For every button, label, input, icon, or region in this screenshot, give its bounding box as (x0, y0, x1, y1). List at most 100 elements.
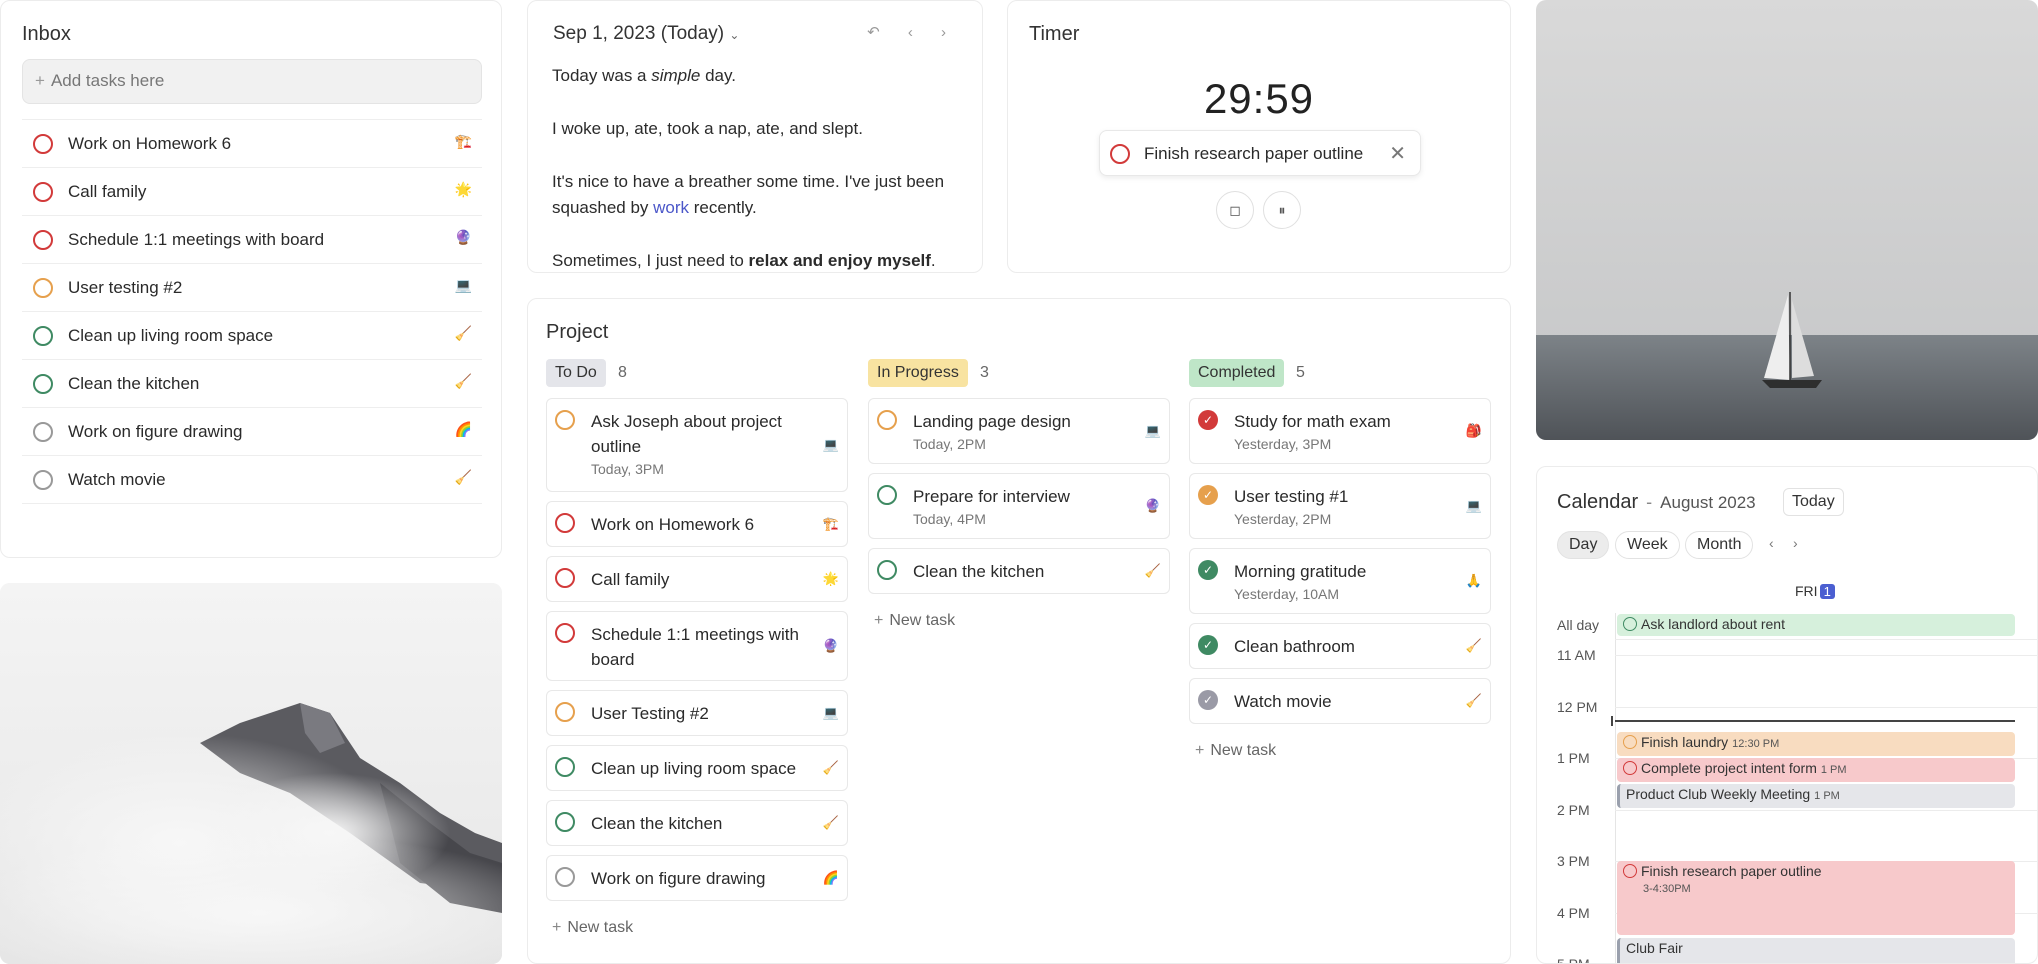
task-circle-icon[interactable] (877, 410, 897, 430)
task-circle-icon[interactable] (33, 470, 53, 490)
event-title: Club Fair (1626, 940, 1683, 956)
inbox-task-row[interactable]: Clean the kitchen 🧹 (22, 360, 482, 408)
task-card[interactable]: ✓ Watch movie 🧹 (1189, 678, 1491, 724)
task-emoji-icon: 🧹 (454, 325, 472, 341)
task-card[interactable]: Landing page design Today, 2PM 💻 (868, 398, 1170, 464)
task-card[interactable]: Clean the kitchen 🧹 (546, 800, 848, 846)
task-circle-icon[interactable] (33, 326, 53, 346)
task-card[interactable]: Work on figure drawing 🌈 (546, 855, 848, 901)
task-circle-icon[interactable] (1110, 144, 1130, 164)
sailboat-photo (1536, 0, 2038, 440)
task-emoji-icon: 🏗️ (454, 133, 472, 149)
task-circle-icon[interactable] (555, 867, 575, 887)
task-circle-icon[interactable] (33, 134, 53, 154)
timer-panel: Timer 29:59 Finish research paper outlin… (1007, 0, 1511, 273)
journal-nav[interactable]: ↶ ‹ › (867, 23, 958, 41)
task-card[interactable]: ✓ User testing #1 Yesterday, 2PM 💻 (1189, 473, 1491, 539)
current-time-marker (1611, 716, 1613, 726)
inbox-task-row[interactable]: User testing #2 💻 (22, 264, 482, 312)
task-label: Call family (68, 182, 147, 201)
view-day-button[interactable]: Day (1557, 531, 1610, 559)
journal-date-picker[interactable]: Sep 1, 2023 (Today) ⌄ (553, 23, 739, 45)
task-card[interactable]: Clean up living room space 🧹 (546, 745, 848, 791)
close-icon[interactable]: ✕ (1389, 141, 1406, 166)
task-card[interactable]: ✓ Morning gratitude Yesterday, 10AM 🙏 (1189, 548, 1491, 614)
task-card[interactable]: Call family 🌟 (546, 556, 848, 602)
task-circle-icon[interactable] (33, 230, 53, 250)
task-card[interactable]: ✓ Study for math exam Yesterday, 3PM 🎒 (1189, 398, 1491, 464)
task-circle-icon[interactable] (877, 560, 897, 580)
column-badge[interactable]: Completed (1189, 359, 1285, 387)
task-card[interactable]: Ask Joseph about project outline Today, 3… (546, 398, 848, 492)
journal-link[interactable]: work (653, 198, 689, 217)
task-card[interactable]: ✓ Clean bathroom 🧹 (1189, 623, 1491, 669)
calendar-event[interactable]: Finish research paper outline 3-4:30PM (1617, 861, 2015, 935)
event-time: 1 PM (1814, 790, 1840, 802)
new-task-button[interactable]: + New task (546, 919, 848, 937)
inbox-task-row[interactable]: Watch movie 🧹 (22, 456, 482, 504)
task-card[interactable]: Schedule 1:1 meetings with board 🔮 (546, 611, 848, 681)
check-icon[interactable]: ✓ (1198, 635, 1218, 655)
task-label: Landing page design (913, 412, 1071, 431)
column-badge[interactable]: In Progress (868, 359, 968, 387)
task-label: Watch movie (68, 470, 166, 489)
journal-body[interactable]: Today was a simple day. I woke up, ate, … (552, 63, 962, 272)
next-icon[interactable]: › (1793, 535, 1798, 551)
task-card[interactable]: User Testing #2 💻 (546, 690, 848, 736)
calendar-event[interactable]: Ask landlord about rent (1617, 614, 2015, 636)
timer-task-chip[interactable]: Finish research paper outline ✕ (1099, 130, 1421, 176)
task-due: Yesterday, 3PM (1234, 436, 1332, 452)
inbox-task-row[interactable]: Work on Homework 6 🏗️ (22, 120, 482, 168)
check-icon[interactable]: ✓ (1198, 410, 1218, 430)
pause-button[interactable]: ⏸ (1263, 191, 1301, 229)
calendar-separator: - (1646, 492, 1653, 512)
prev-icon[interactable]: ‹ (1769, 535, 1774, 551)
event-time: 1 PM (1820, 764, 1847, 776)
task-label: Work on figure drawing (591, 869, 766, 888)
task-circle-icon[interactable] (555, 568, 575, 588)
calendar-event[interactable]: Club Fair (1617, 938, 2015, 963)
task-circle-icon[interactable] (33, 182, 53, 202)
calendar-event[interactable]: Product Club Weekly Meeting 1 PM (1617, 784, 2015, 808)
task-card[interactable]: Clean the kitchen 🧹 (868, 548, 1170, 594)
inbox-task-row[interactable]: Call family 🌟 (22, 168, 482, 216)
new-task-button[interactable]: + New task (868, 612, 1170, 630)
check-icon[interactable]: ✓ (1198, 690, 1218, 710)
task-circle-icon[interactable] (555, 757, 575, 777)
calendar-event[interactable]: Finish laundry 12:30 PM (1617, 732, 2015, 756)
check-icon[interactable]: ✓ (1198, 560, 1218, 580)
task-circle-icon[interactable] (33, 422, 53, 442)
inbox-task-row[interactable]: Work on figure drawing 🌈 (22, 408, 482, 456)
task-emoji-icon: 🔮 (1144, 498, 1161, 513)
view-month-button[interactable]: Month (1685, 531, 1754, 559)
task-circle-icon[interactable] (555, 702, 575, 722)
task-circle-icon[interactable] (555, 410, 575, 430)
task-circle-icon[interactable] (33, 374, 53, 394)
task-label: Clean the kitchen (68, 374, 200, 393)
add-task-placeholder: Add tasks here (50, 71, 165, 90)
task-circle-icon[interactable] (555, 513, 575, 533)
add-task-input[interactable]: + Add tasks here (22, 59, 482, 104)
column-todo: To Do 8 Ask Joseph about project outline To… (546, 359, 848, 937)
task-circle-icon[interactable] (555, 812, 575, 832)
task-card[interactable]: Prepare for interview Today, 4PM 🔮 (868, 473, 1170, 539)
inbox-task-row[interactable]: Clean up living room space 🧹 (22, 312, 482, 360)
task-circle-icon[interactable] (877, 485, 897, 505)
event-circle-icon (1623, 864, 1637, 878)
view-week-button[interactable]: Week (1615, 531, 1680, 559)
task-label: Clean bathroom (1234, 637, 1355, 656)
task-emoji-icon: 🧹 (454, 469, 472, 485)
today-button[interactable]: Today (1783, 488, 1844, 516)
task-circle-icon[interactable] (555, 623, 575, 643)
timer-title: Timer (1029, 23, 1080, 45)
inbox-task-row[interactable]: Schedule 1:1 meetings with board 🔮 (22, 216, 482, 264)
task-emoji-icon: 🧹 (1465, 693, 1482, 708)
new-task-button[interactable]: + New task (1189, 742, 1491, 760)
stop-button[interactable]: ◻ (1216, 191, 1254, 229)
task-card[interactable]: Work on Homework 6 🏗️ (546, 501, 848, 547)
event-title: Product Club Weekly Meeting (1626, 786, 1811, 802)
column-badge[interactable]: To Do (546, 359, 606, 387)
check-icon[interactable]: ✓ (1198, 485, 1218, 505)
calendar-event[interactable]: Complete project intent form 1 PM (1617, 758, 2015, 782)
task-circle-icon[interactable] (33, 278, 53, 298)
